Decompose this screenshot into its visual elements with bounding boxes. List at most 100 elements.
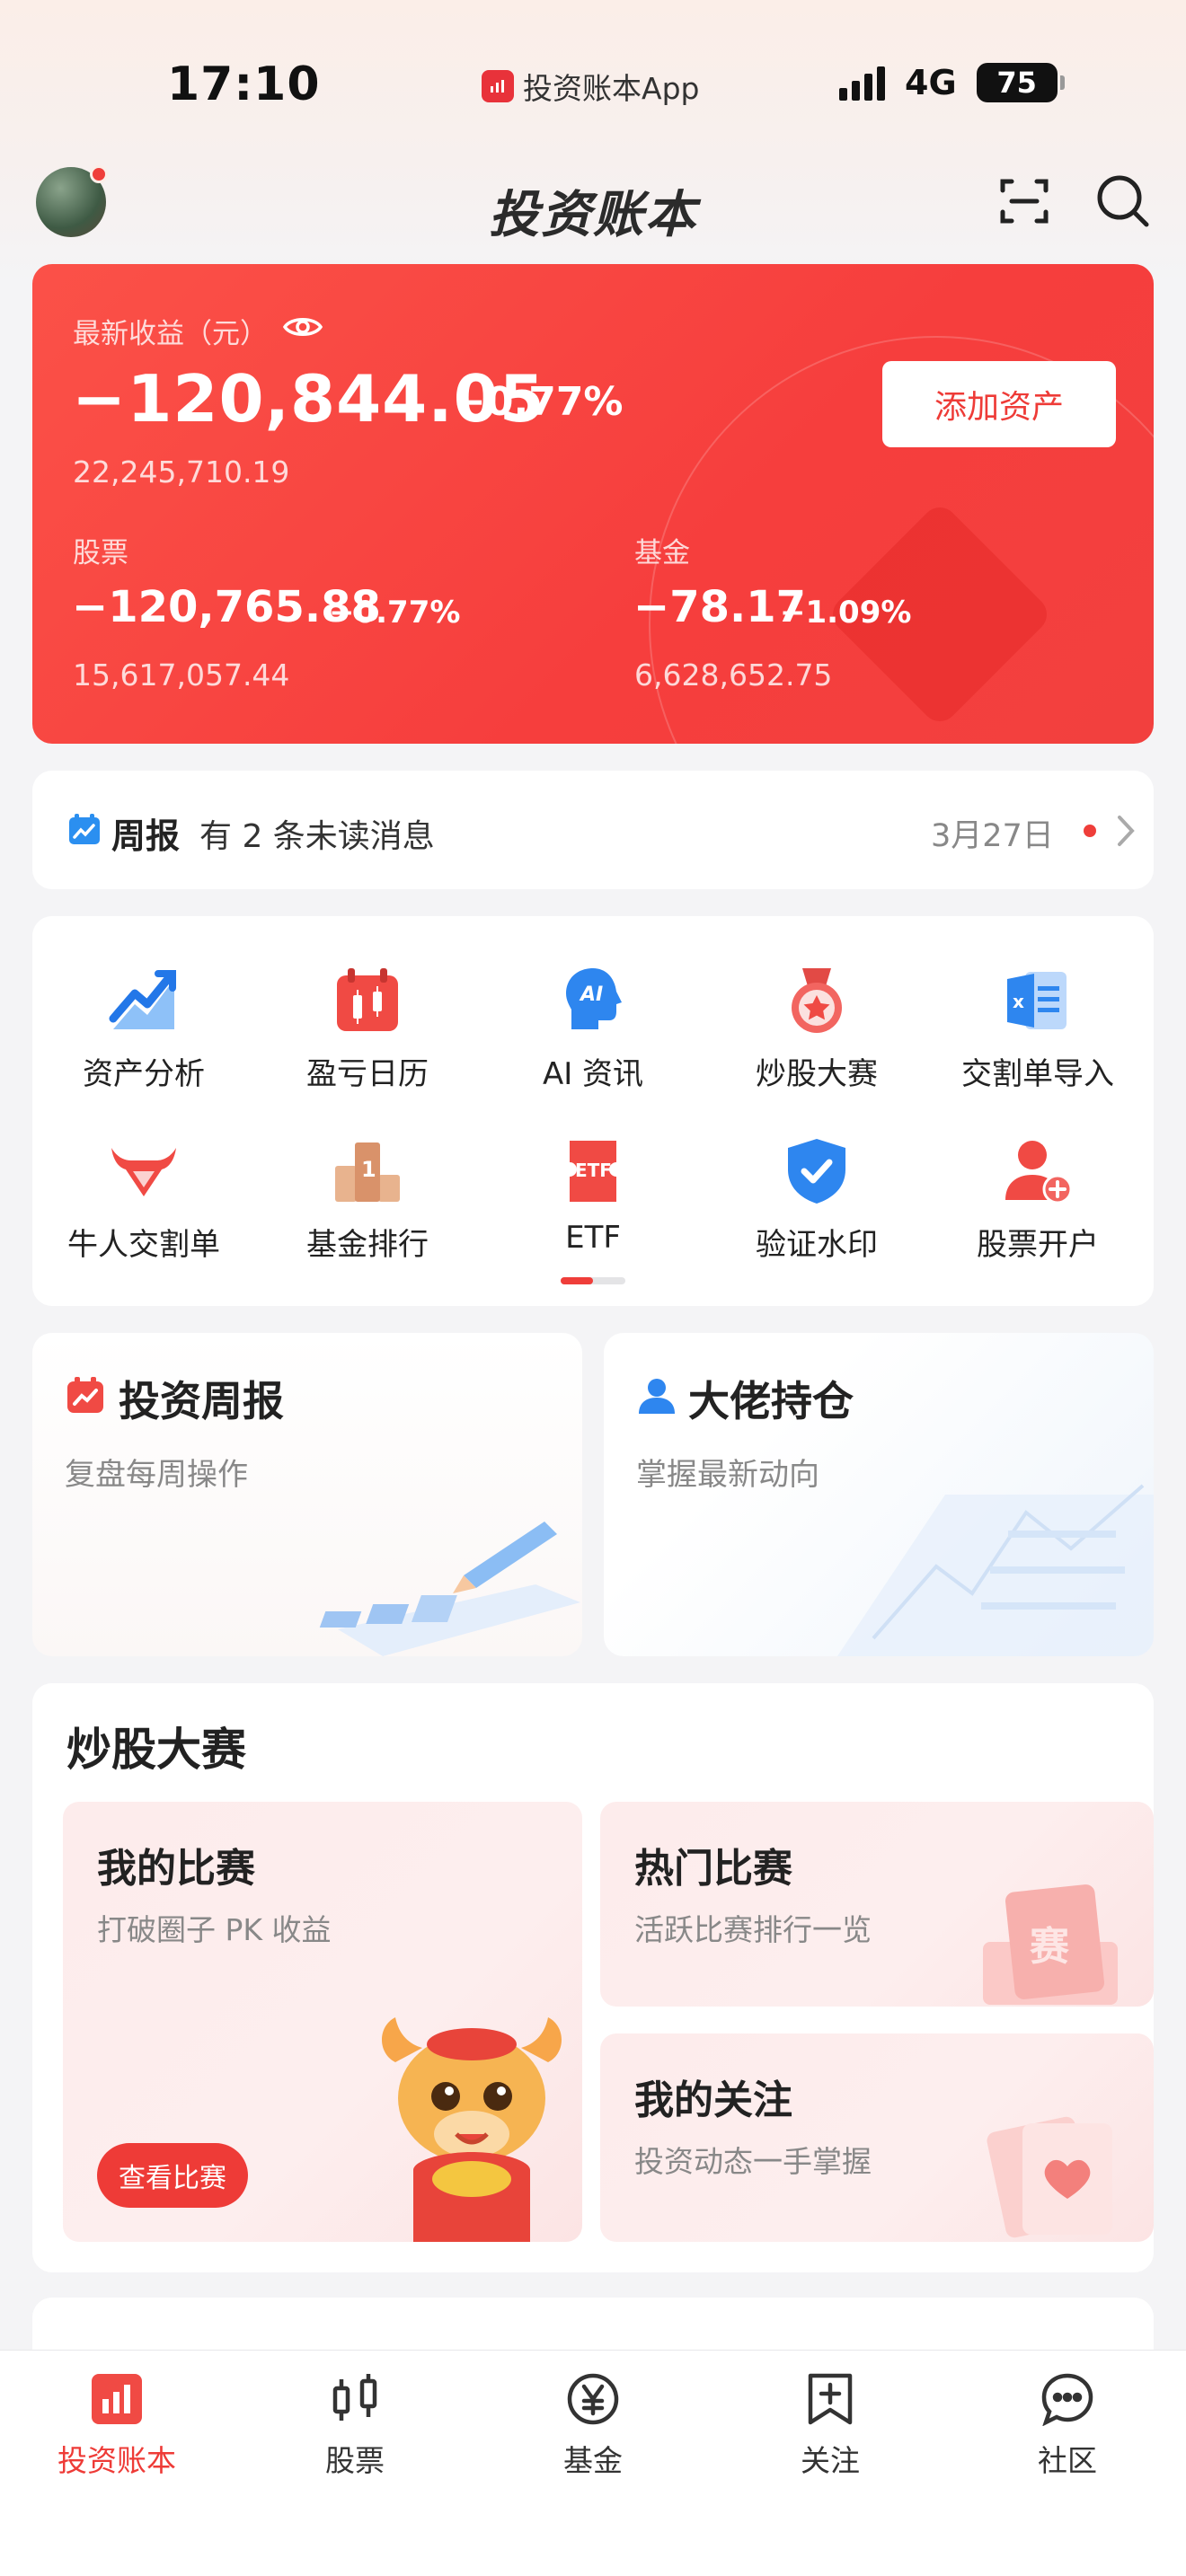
section-title: 炒股大赛 xyxy=(66,1724,246,1776)
shortcut-label: AI 资讯 xyxy=(542,1056,644,1092)
status-app-name: 投资账本App xyxy=(482,65,699,108)
shortcut-open-account[interactable]: 股票开户 xyxy=(934,1135,1141,1264)
svg-text:AI: AI xyxy=(579,984,603,1006)
tab-label: 关注 xyxy=(801,2443,860,2478)
total-profit-pct: −0.77% xyxy=(453,379,624,425)
heart-card-illustration xyxy=(987,2116,1112,2238)
app-header: 投资账本 xyxy=(0,162,1186,262)
portfolio-card[interactable]: 最新收益（元） −120,844.05 −0.77% 22,245,710.19… xyxy=(32,264,1154,744)
app-logo-icon xyxy=(482,70,514,102)
report-icon xyxy=(69,814,100,844)
shortcut-etf[interactable]: ETF ETF xyxy=(490,1135,696,1256)
shortcut-contest[interactable]: 炒股大赛 xyxy=(713,965,920,1093)
tab-community[interactable]: 社区 xyxy=(978,2372,1157,2480)
svg-text:1: 1 xyxy=(361,1157,376,1182)
page-indicator-active xyxy=(561,1277,593,1284)
notice-message: 有 2 条未读消息 xyxy=(199,818,435,855)
bull-mascot-illustration xyxy=(382,2017,562,2242)
svg-text:赛: 赛 xyxy=(1030,1924,1070,1970)
shortcut-import[interactable]: x 交割单导入 xyxy=(934,965,1141,1093)
shortcut-pnl-calendar[interactable]: 盈亏日历 xyxy=(264,965,471,1093)
fund-profit-pct: −1.09% xyxy=(780,595,912,631)
stock-label: 股票 xyxy=(73,537,128,569)
ai-head-icon: AI xyxy=(566,968,622,1029)
contest-card-subtitle: 活跃比赛排行一览 xyxy=(634,1912,872,1947)
tab-label: 社区 xyxy=(1038,2443,1097,2478)
tab-label: 投资账本 xyxy=(58,2443,176,2478)
ranking-icon: 1 xyxy=(335,1142,400,1202)
bull-icon xyxy=(111,1148,176,1196)
stock-board-illustration xyxy=(837,1484,1154,1656)
holder-user-icon xyxy=(639,1379,675,1414)
signal-icon xyxy=(839,65,885,101)
contest-card-subtitle: 投资动态一手掌握 xyxy=(634,2144,872,2179)
bookmark-plus-icon xyxy=(808,2373,853,2425)
weekly-report-notice[interactable]: 周报 有 2 条未读消息 3月27日 xyxy=(32,771,1154,889)
shortcut-label: 炒股大赛 xyxy=(756,1056,878,1092)
battery-icon: 75 xyxy=(976,63,1065,102)
search-icon[interactable] xyxy=(1094,172,1152,230)
chevron-right-icon xyxy=(1118,816,1135,846)
network-type: 4G xyxy=(905,63,957,102)
notice-date: 3月27日 xyxy=(931,818,1054,854)
page-indicator xyxy=(561,1277,625,1284)
contest-card-subtitle: 打破圈子 PK 收益 xyxy=(97,1912,332,1947)
fund-value: 6,628,652.75 xyxy=(634,657,833,693)
bottom-tab-bar: 投资账本 股票 基金 关注 社区 xyxy=(0,2350,1186,2576)
user-add-icon xyxy=(1005,1141,1073,1204)
hot-contest-card[interactable]: 热门比赛 活跃比赛排行一览 赛 xyxy=(600,1802,1154,2007)
view-contest-button[interactable]: 查看比赛 xyxy=(97,2143,248,2208)
shortcut-label: 牛人交割单 xyxy=(67,1227,220,1263)
candlestick-icon xyxy=(332,2374,377,2421)
shortcut-asset-analysis[interactable]: 资产分析 xyxy=(40,965,247,1093)
shortcut-label: 交割单导入 xyxy=(961,1056,1114,1092)
promo-title: 大佬持仓 xyxy=(688,1377,854,1425)
shortcut-fund-ranking[interactable]: 1 基金排行 xyxy=(264,1135,471,1264)
shortcut-expert-trades[interactable]: 牛人交割单 xyxy=(40,1135,247,1264)
status-time: 17:10 xyxy=(167,57,321,111)
shortcut-verify-watermark[interactable]: 验证水印 xyxy=(713,1135,920,1264)
notice-title: 周报 xyxy=(111,816,181,856)
contest-card-title: 我的比赛 xyxy=(97,1846,255,1892)
etf-ticket-icon: ETF xyxy=(570,1141,616,1202)
calendar-candle-icon xyxy=(337,968,398,1031)
shortcut-label: 验证水印 xyxy=(756,1227,878,1263)
weekly-report-card[interactable]: 投资周报 复盘每周操作 xyxy=(32,1333,582,1656)
chart-trend-icon xyxy=(109,970,176,1029)
status-bar: 17:10 投资账本App 4G 75 xyxy=(0,0,1186,162)
tab-funds[interactable]: 基金 xyxy=(503,2372,683,2480)
ledger-icon xyxy=(92,2374,142,2424)
shortcut-label: 盈亏日历 xyxy=(306,1056,429,1092)
excel-import-icon: x xyxy=(1007,972,1067,1029)
contest-card-title: 热门比赛 xyxy=(634,1846,792,1892)
tab-stocks[interactable]: 股票 xyxy=(265,2372,445,2480)
shortcut-grid: 资产分析 盈亏日历 AI AI 资讯 炒股大赛 x 交割单导入 牛人交割单 1 … xyxy=(32,916,1154,1306)
shortcut-label: 基金排行 xyxy=(306,1227,429,1263)
tab-follow[interactable]: 关注 xyxy=(740,2372,920,2480)
shortcut-label: ETF xyxy=(565,1220,621,1256)
weekly-report-icon xyxy=(67,1377,103,1413)
stock-value: 15,617,057.44 xyxy=(73,657,290,693)
chat-bubble-icon xyxy=(1041,2373,1093,2427)
my-contest-card[interactable]: 我的比赛 打破圈子 PK 收益 查看比赛 xyxy=(63,1802,582,2242)
my-follow-card[interactable]: 我的关注 投资动态一手掌握 xyxy=(600,2033,1154,2242)
yen-circle-icon xyxy=(567,2373,619,2425)
add-asset-button[interactable]: 添加资产 xyxy=(882,361,1116,447)
contest-section: 炒股大赛 我的比赛 打破圈子 PK 收益 查看比赛 热门比赛 活跃比赛排行一览 … xyxy=(32,1683,1154,2272)
shortcut-label: 资产分析 xyxy=(83,1056,205,1092)
promo-title: 投资周报 xyxy=(119,1377,284,1425)
contest-badge-illustration: 赛 xyxy=(983,1884,1118,2005)
svg-text:x: x xyxy=(1013,991,1024,1012)
unread-dot xyxy=(1084,825,1096,837)
eye-icon[interactable] xyxy=(282,313,323,341)
tab-label: 股票 xyxy=(325,2443,385,2478)
scan-icon[interactable] xyxy=(996,172,1053,230)
total-value: 22,245,710.19 xyxy=(73,454,290,490)
shortcut-ai-news[interactable]: AI AI 资讯 xyxy=(490,965,696,1093)
status-app-label: 投资账本App xyxy=(523,71,700,106)
big-holders-card[interactable]: 大佬持仓 掌握最新动向 xyxy=(604,1333,1154,1656)
profit-label: 最新收益（元） xyxy=(73,318,268,350)
tab-ledger[interactable]: 投资账本 xyxy=(27,2372,207,2480)
shortcut-label: 股票开户 xyxy=(977,1227,1099,1263)
verify-shield-icon xyxy=(788,1139,845,1204)
